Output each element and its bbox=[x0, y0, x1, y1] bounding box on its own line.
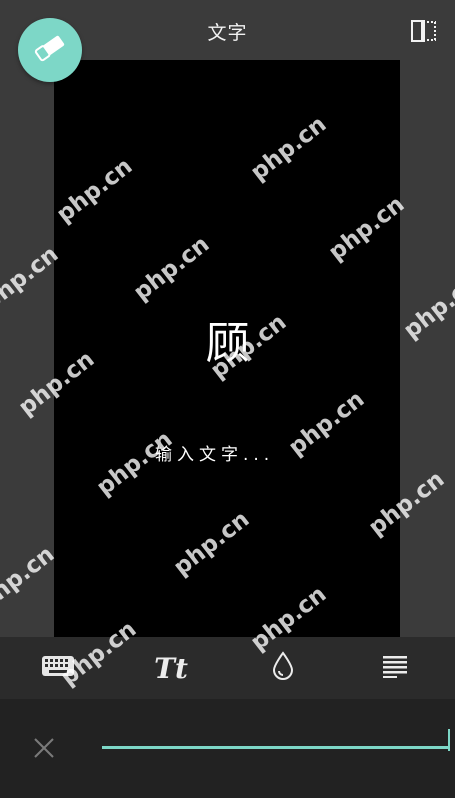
close-icon bbox=[33, 737, 55, 763]
eraser-icon bbox=[33, 34, 67, 66]
text-input-underline[interactable] bbox=[102, 746, 448, 749]
eraser-button[interactable] bbox=[18, 18, 82, 82]
close-button[interactable] bbox=[30, 736, 58, 764]
text-placeholder[interactable]: 输入文字... bbox=[155, 440, 274, 465]
align-icon bbox=[381, 654, 409, 682]
text-style-icon: Tt bbox=[154, 651, 188, 685]
text-input-panel bbox=[0, 699, 455, 798]
text-toolbar: Tt bbox=[0, 637, 455, 699]
text-style-button[interactable]: Tt bbox=[131, 637, 211, 699]
canvas-character[interactable]: 顾 bbox=[0, 322, 455, 366]
color-drop-icon bbox=[271, 651, 295, 685]
keyboard-button[interactable] bbox=[18, 637, 98, 699]
compare-icon[interactable] bbox=[411, 20, 437, 42]
alignment-button[interactable] bbox=[355, 637, 435, 699]
color-button[interactable] bbox=[243, 637, 323, 699]
text-editor-screen: 文字 顾 输入文字... Tt php.cn php.cn php.cn php… bbox=[0, 0, 455, 798]
text-cursor bbox=[448, 729, 450, 751]
watermark: php.cn bbox=[0, 541, 60, 616]
keyboard-icon bbox=[41, 655, 75, 681]
